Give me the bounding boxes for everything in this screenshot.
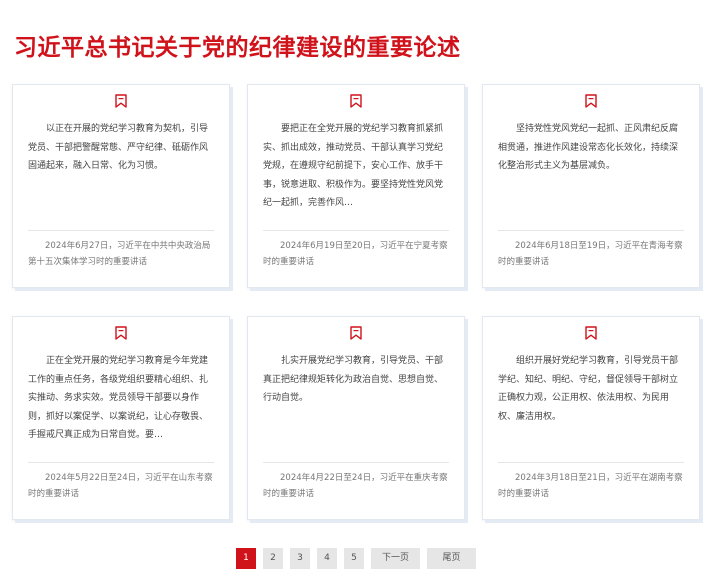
card-summary: 正在全党开展的党纪学习教育是今年党建工作的重点任务，各级党组织要精心组织、扎实推…: [28, 356, 209, 440]
last-page-button[interactable]: 尾页: [427, 548, 476, 569]
card-divider: [263, 462, 449, 463]
pagination: 1 2 3 4 5 下一页 尾页: [236, 548, 476, 569]
article-card[interactable]: 正在全党开展的党纪学习教育是今年党建工作的重点任务，各级党组织要精心组织、扎实推…: [12, 316, 230, 520]
page-button-2[interactable]: 2: [263, 548, 283, 569]
page-button-1[interactable]: 1: [236, 548, 256, 569]
article-card[interactable]: 要把正在全党开展的党纪学习教育抓紧抓实、抓出成效，推动党员、干部认真学习党纪党规…: [247, 84, 465, 288]
article-card[interactable]: 组织开展好党纪学习教育，引导党员干部学纪、知纪、明纪、守纪，督促领导干部树立正确…: [482, 316, 700, 520]
card-source: 2024年5月22日至24日，习近平在山东考察时的重要讲话: [28, 473, 213, 499]
article-card-grid: 以正在开展的党纪学习教育为契机，引导党员、干部把警醒常態、严守纪律、砥砺作风固通…: [12, 84, 700, 520]
bookmark-icon: [585, 326, 597, 340]
card-summary: 组织开展好党纪学习教育，引导党员干部学纪、知纪、明纪、守纪，督促领导干部树立正确…: [498, 356, 679, 422]
card-summary: 坚持党性党风党纪一起抓、正风肃纪反腐相贯通，推进作风建设常态化长效化，持续深化整…: [498, 124, 679, 171]
bookmark-icon: [115, 326, 127, 340]
card-source: 2024年6月19日至20日，习近平在宁夏考察时的重要讲话: [263, 241, 448, 267]
page-button-5[interactable]: 5: [344, 548, 364, 569]
card-divider: [28, 230, 214, 231]
bookmark-icon: [350, 94, 362, 108]
card-source: 2024年4月22日至24日，习近平在重庆考察时的重要讲话: [263, 473, 448, 499]
article-card[interactable]: 坚持党性党风党纪一起抓、正风肃纪反腐相贯通，推进作风建设常态化长效化，持续深化整…: [482, 84, 700, 288]
card-divider: [28, 462, 214, 463]
page-title: 习近平总书记关于党的纪律建设的重要论述: [14, 35, 461, 61]
card-source: 2024年3月18日至21日，习近平在湖南考察时的重要讲话: [498, 473, 683, 499]
article-card[interactable]: 以正在开展的党纪学习教育为契机，引导党员、干部把警醒常態、严守纪律、砥砺作风固通…: [12, 84, 230, 288]
card-summary: 扎实开展党纪学习教育，引导党员、干部真正把纪律规矩转化为政治自觉、思想自觉、行动…: [263, 356, 444, 403]
bookmark-icon: [115, 94, 127, 108]
page-button-4[interactable]: 4: [317, 548, 337, 569]
card-source: 2024年6月27日，习近平在中共中央政治局第十五次集体学习时的重要讲话: [28, 241, 211, 267]
page-button-3[interactable]: 3: [290, 548, 310, 569]
card-summary: 以正在开展的党纪学习教育为契机，引导党员、干部把警醒常態、严守纪律、砥砺作风固通…: [28, 124, 209, 171]
card-divider: [263, 230, 449, 231]
next-page-button[interactable]: 下一页: [371, 548, 420, 569]
bookmark-icon: [585, 94, 597, 108]
bookmark-icon: [350, 326, 362, 340]
article-card[interactable]: 扎实开展党纪学习教育，引导党员、干部真正把纪律规矩转化为政治自觉、思想自觉、行动…: [247, 316, 465, 520]
card-source: 2024年6月18日至19日，习近平在青海考察时的重要讲话: [498, 241, 683, 267]
card-summary: 要把正在全党开展的党纪学习教育抓紧抓实、抓出成效，推动党员、干部认真学习党纪党规…: [263, 124, 444, 208]
card-divider: [498, 230, 684, 231]
card-divider: [498, 462, 684, 463]
